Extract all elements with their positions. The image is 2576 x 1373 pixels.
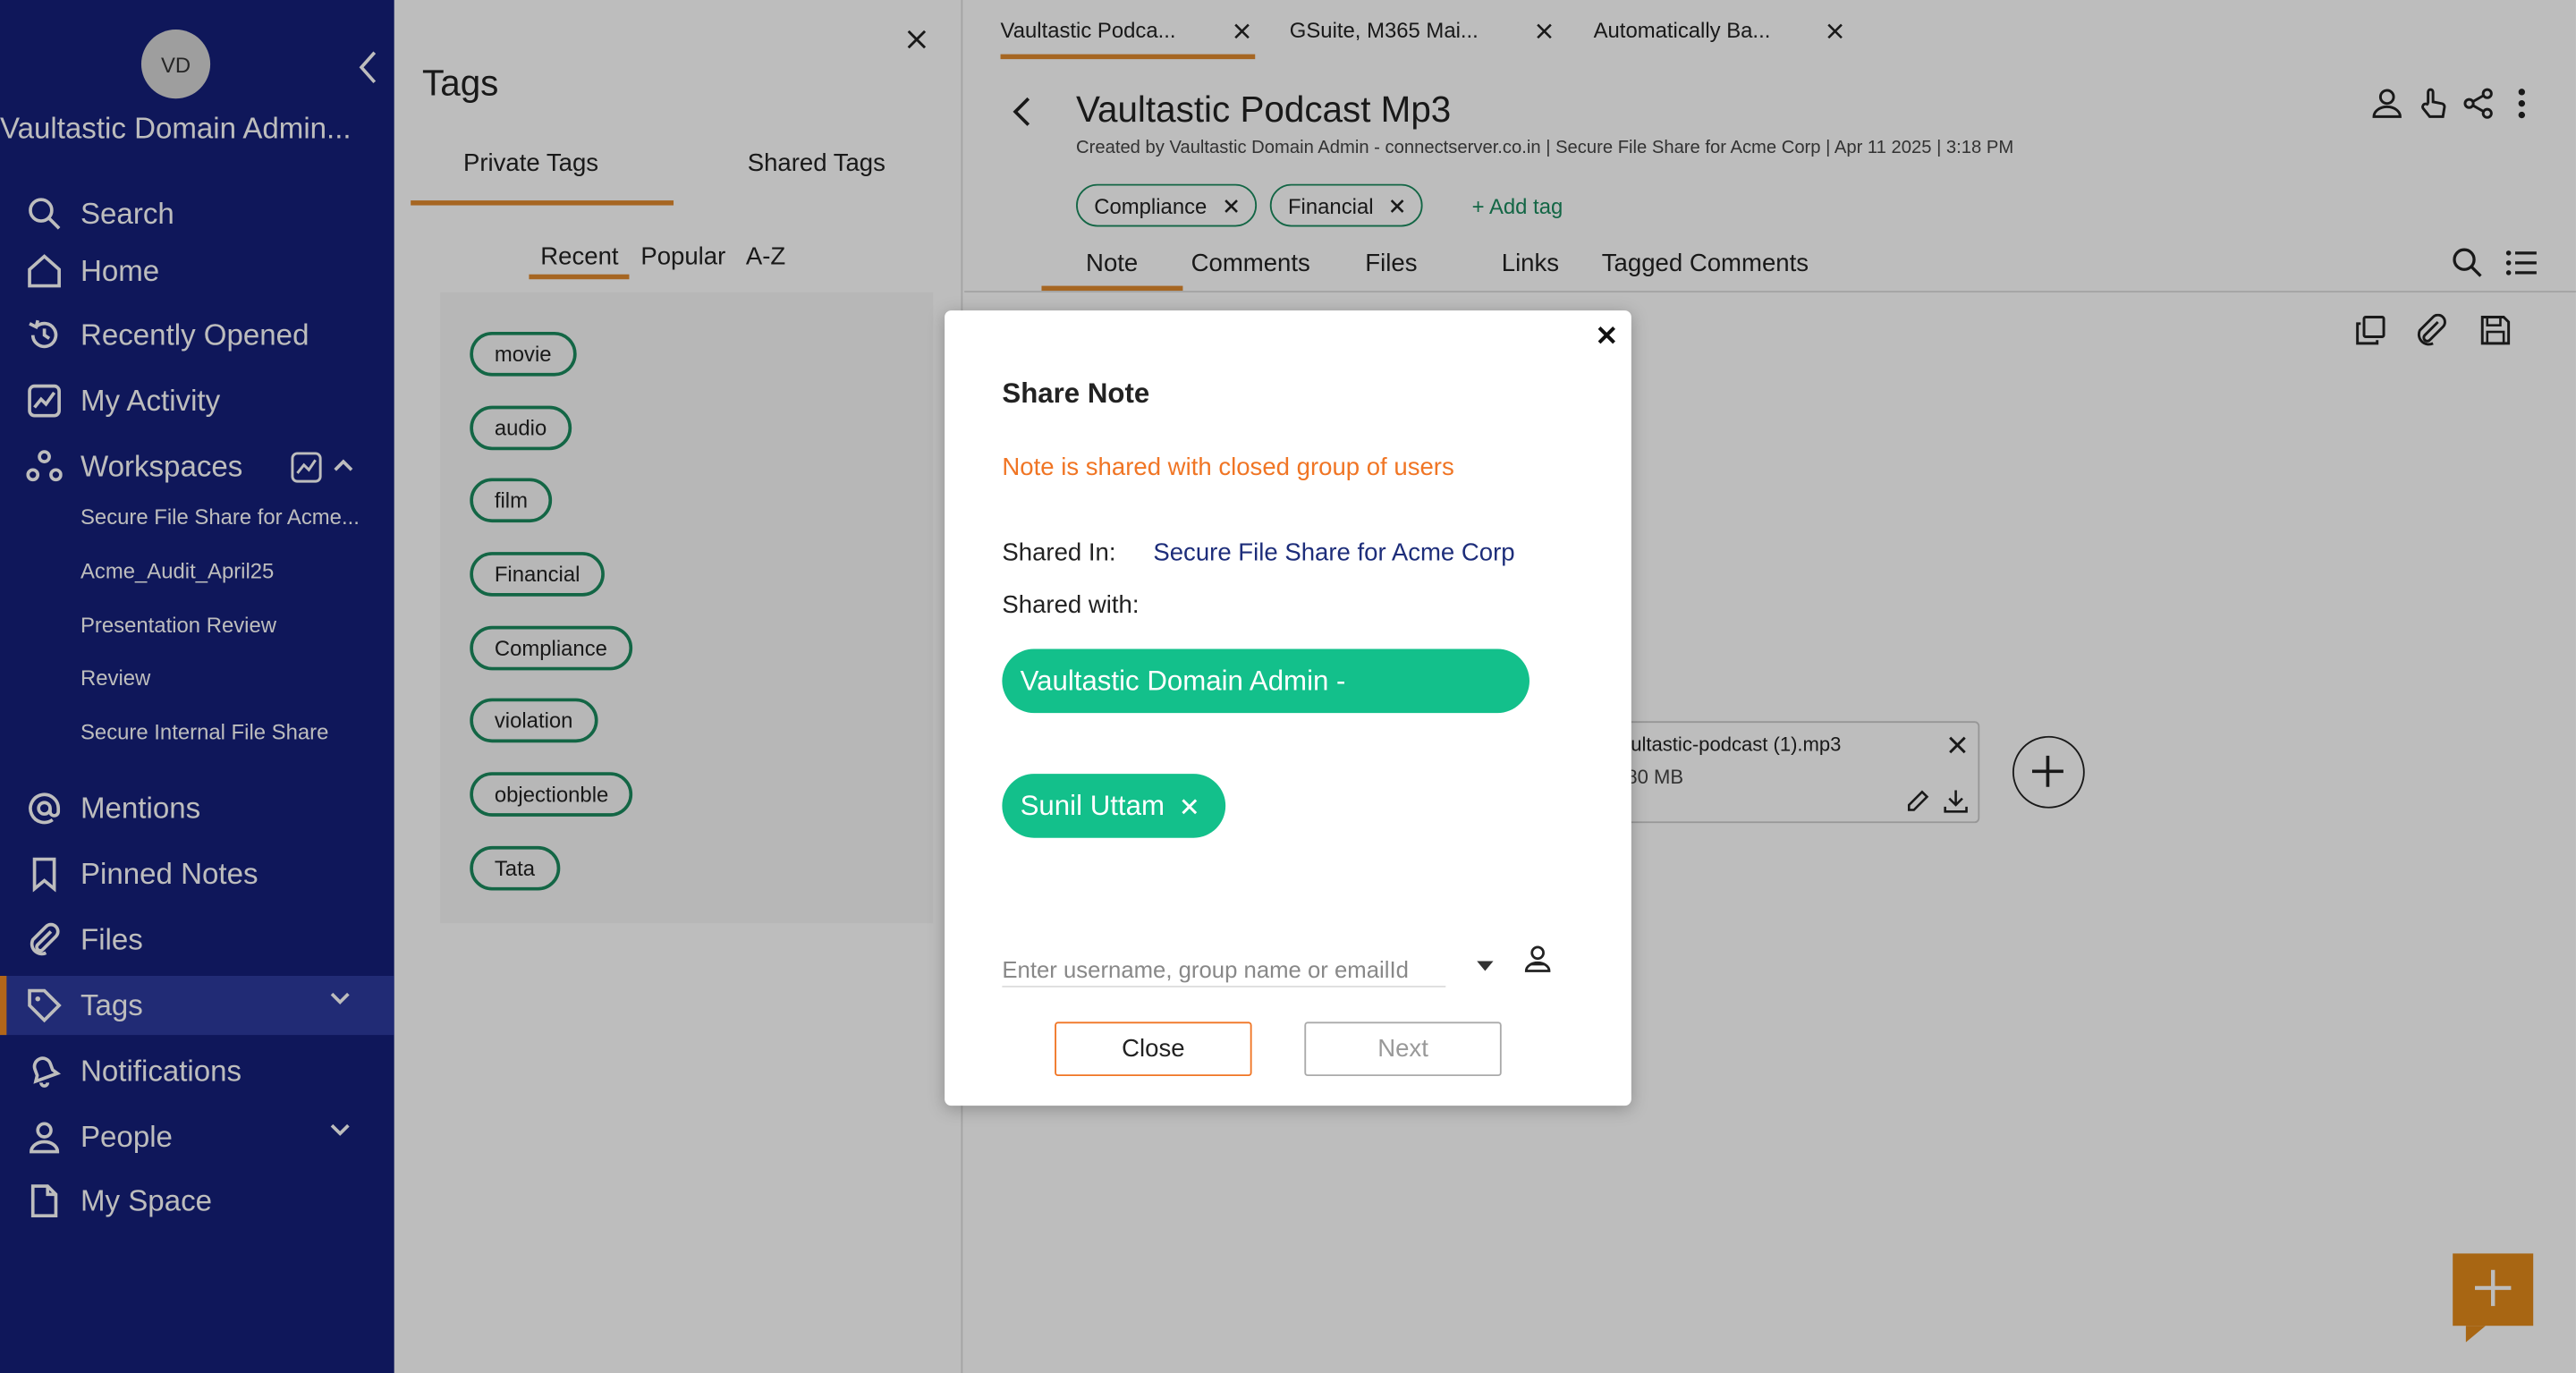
remove-user-icon[interactable] <box>1181 798 1197 814</box>
dialog-title: Share Note <box>1002 377 1150 410</box>
shared-in-label: Shared In: <box>1002 538 1116 567</box>
shared-with-label: Shared with: <box>1002 591 1140 620</box>
shared-in-value[interactable]: Secure File Share for Acme Corp <box>1153 538 1514 566</box>
chip-label: Sunil Uttam <box>1020 789 1165 821</box>
user-search-input[interactable] <box>1002 951 1446 987</box>
user-group-icon[interactable] <box>1523 945 1553 974</box>
shared-user-chip: Vaultastic Domain Admin - <box>1002 648 1530 714</box>
close-button[interactable]: Close <box>1055 1021 1252 1077</box>
chip-label: Vaultastic Domain Admin - <box>1020 664 1346 696</box>
next-button[interactable]: Next <box>1304 1021 1502 1077</box>
share-note-dialog: Share Note Note is shared with closed gr… <box>945 310 1631 1106</box>
share-notice: Note is shared with closed group of user… <box>1002 453 1454 482</box>
close-icon[interactable] <box>1597 326 1616 345</box>
dropdown-arrow-icon[interactable] <box>1477 961 1494 971</box>
shared-user-chip: Sunil Uttam <box>1002 774 1226 838</box>
app-root: VD Vaultastic Domain Admin... Search Hom… <box>0 0 2576 1373</box>
